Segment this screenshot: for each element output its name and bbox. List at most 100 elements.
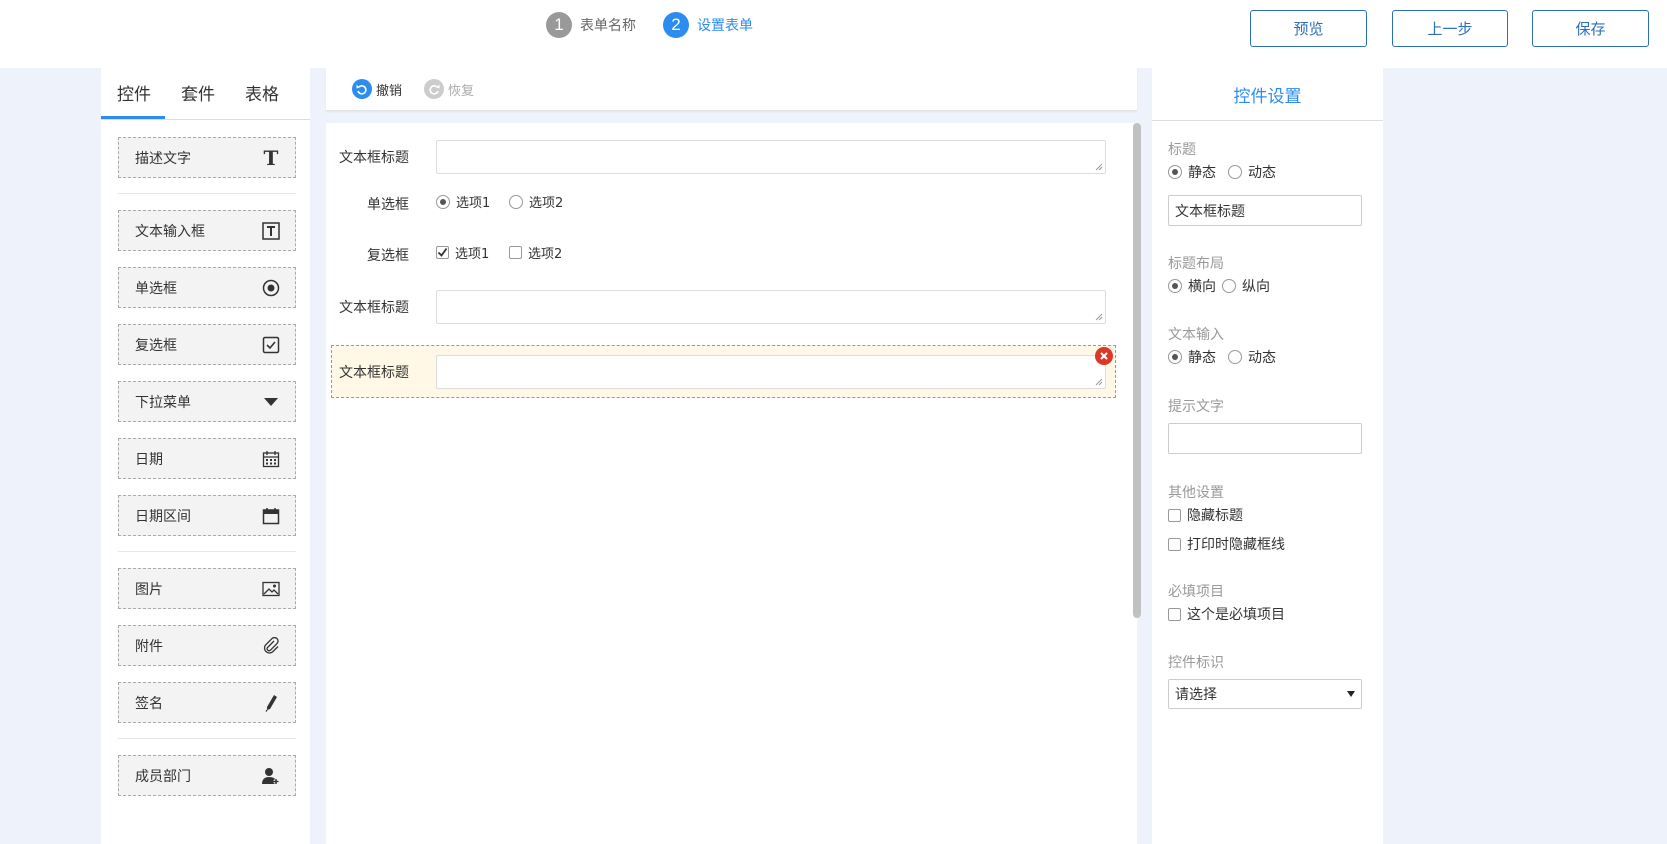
resize-grip-icon[interactable] bbox=[1095, 163, 1103, 171]
checkbox-icon bbox=[261, 335, 281, 355]
radio-button[interactable] bbox=[1168, 165, 1182, 179]
paperclip-icon bbox=[261, 636, 281, 656]
textarea-input[interactable] bbox=[436, 290, 1106, 324]
control-id-select[interactable]: 请选择 bbox=[1168, 679, 1362, 709]
radio-button[interactable] bbox=[1228, 350, 1242, 364]
checkbox[interactable] bbox=[1168, 508, 1181, 522]
form-field-textbox[interactable]: 文本框标题 bbox=[326, 140, 1116, 174]
option-label: 这个是必填项目 bbox=[1187, 607, 1285, 623]
redo-label: 恢复 bbox=[448, 83, 475, 99]
pen-icon bbox=[261, 693, 281, 713]
tab-kits[interactable]: 套件 bbox=[181, 80, 215, 105]
textarea-input[interactable] bbox=[436, 355, 1106, 389]
component-checkbox[interactable]: 复选框 bbox=[118, 324, 296, 365]
step-number: 2 bbox=[663, 12, 689, 38]
save-button[interactable]: 保存 bbox=[1532, 10, 1649, 47]
checkbox-option-2[interactable]: 选项2 bbox=[509, 243, 562, 262]
layout-horizontal-option[interactable]: 横向 bbox=[1168, 276, 1216, 296]
hint-input[interactable] bbox=[1168, 423, 1362, 454]
add-member-icon bbox=[261, 766, 281, 786]
image-icon bbox=[261, 579, 281, 599]
text-static-option[interactable]: 静态 bbox=[1168, 347, 1216, 367]
component-panel: 控件 套件 表格 描述文字 T 文本输入框 单选框 复选框 下拉菜单 日期 日期… bbox=[101, 68, 310, 844]
component-date-range[interactable]: 日期区间 bbox=[118, 495, 296, 536]
title-dynamic-option[interactable]: 动态 bbox=[1228, 162, 1276, 182]
radio-button[interactable] bbox=[1168, 279, 1182, 293]
radio-button[interactable] bbox=[1222, 279, 1236, 293]
option-label: 隐藏标题 bbox=[1187, 508, 1243, 524]
title-input[interactable]: 文本框标题 bbox=[1168, 195, 1362, 226]
field-label: 文本框标题 bbox=[339, 150, 409, 166]
component-member-department[interactable]: 成员部门 bbox=[118, 755, 296, 796]
dropdown-icon bbox=[261, 392, 281, 412]
previous-step-button[interactable]: 上一步 bbox=[1392, 10, 1508, 47]
component-radio[interactable]: 单选框 bbox=[118, 267, 296, 308]
divider bbox=[118, 738, 296, 739]
text-input-section-label: 文本输入 bbox=[1168, 327, 1224, 343]
textbox-icon bbox=[261, 221, 281, 241]
radio-icon bbox=[261, 278, 281, 298]
component-label: 附件 bbox=[135, 638, 163, 655]
settings-panel: 控件设置 标题 静态 动态 文本框标题 标题布局 横向 纵向 文本输入 静态 动… bbox=[1152, 68, 1383, 844]
textarea-input[interactable] bbox=[436, 140, 1106, 174]
radio-option-1[interactable]: 选项1 bbox=[436, 192, 490, 211]
redo-button[interactable]: 恢复 bbox=[424, 79, 474, 99]
radio-option-2[interactable]: 选项2 bbox=[509, 192, 563, 211]
date-range-icon bbox=[261, 506, 281, 526]
divider bbox=[118, 551, 296, 552]
field-label: 文本框标题 bbox=[339, 365, 409, 381]
calendar-icon bbox=[261, 449, 281, 469]
form-field-textbox-selected[interactable]: 文本框标题 bbox=[326, 355, 1116, 389]
title-static-option[interactable]: 静态 bbox=[1168, 162, 1216, 182]
component-attachment[interactable]: 附件 bbox=[118, 625, 296, 666]
option-label: 选项2 bbox=[529, 196, 564, 211]
required-option[interactable]: 这个是必填项目 bbox=[1168, 604, 1285, 624]
undo-button[interactable]: 撤销 bbox=[352, 79, 402, 99]
component-label: 单选框 bbox=[135, 280, 177, 297]
checkbox[interactable] bbox=[509, 246, 522, 259]
resize-grip-icon[interactable] bbox=[1095, 378, 1103, 386]
component-label: 日期区间 bbox=[135, 508, 191, 525]
component-description-text[interactable]: 描述文字 T bbox=[118, 137, 296, 178]
component-image[interactable]: 图片 bbox=[118, 568, 296, 609]
component-signature[interactable]: 签名 bbox=[118, 682, 296, 723]
component-label: 下拉菜单 bbox=[135, 394, 191, 411]
component-label: 成员部门 bbox=[135, 768, 191, 785]
form-field-textbox[interactable]: 文本框标题 bbox=[326, 290, 1116, 324]
form-field-checkbox[interactable]: 复选框 选项1 选项2 bbox=[326, 241, 1116, 265]
checkbox[interactable] bbox=[436, 246, 449, 259]
field-label: 单选框 bbox=[367, 197, 409, 213]
option-label: 静态 bbox=[1188, 165, 1216, 181]
tab-controls[interactable]: 控件 bbox=[117, 80, 151, 105]
checkbox[interactable] bbox=[1168, 537, 1181, 551]
text-dynamic-option[interactable]: 动态 bbox=[1228, 347, 1276, 367]
radio-button[interactable] bbox=[436, 194, 450, 209]
radio-button[interactable] bbox=[1168, 350, 1182, 364]
tab-tables[interactable]: 表格 bbox=[245, 80, 279, 105]
component-date[interactable]: 日期 bbox=[118, 438, 296, 479]
canvas-scrollbar[interactable] bbox=[1133, 123, 1141, 618]
hide-border-print-option[interactable]: 打印时隐藏框线 bbox=[1168, 534, 1285, 554]
preview-button[interactable]: 预览 bbox=[1250, 10, 1367, 47]
resize-grip-icon[interactable] bbox=[1095, 313, 1103, 321]
option-label: 选项1 bbox=[456, 196, 491, 211]
step-label: 表单名称 bbox=[580, 18, 636, 34]
layout-vertical-option[interactable]: 纵向 bbox=[1222, 276, 1270, 296]
radio-button[interactable] bbox=[1228, 165, 1242, 179]
title-section-label: 标题 bbox=[1168, 142, 1196, 158]
form-field-radio[interactable]: 单选框 选项1 选项2 bbox=[326, 190, 1116, 214]
component-dropdown[interactable]: 下拉菜单 bbox=[118, 381, 296, 422]
option-label: 动态 bbox=[1248, 350, 1276, 366]
component-text-input[interactable]: 文本输入框 bbox=[118, 210, 296, 251]
step-form-name[interactable]: 1 表单名称 bbox=[546, 12, 636, 38]
option-label: 静态 bbox=[1188, 350, 1216, 366]
delete-field-button[interactable] bbox=[1095, 347, 1113, 365]
undo-icon bbox=[352, 79, 372, 99]
radio-button[interactable] bbox=[509, 194, 523, 209]
divider bbox=[118, 193, 296, 194]
checkbox[interactable] bbox=[1168, 607, 1181, 621]
component-label: 签名 bbox=[135, 695, 163, 712]
checkbox-option-1[interactable]: 选项1 bbox=[436, 243, 489, 262]
step-form-setup[interactable]: 2 设置表单 bbox=[663, 12, 753, 38]
hide-title-option[interactable]: 隐藏标题 bbox=[1168, 505, 1243, 525]
